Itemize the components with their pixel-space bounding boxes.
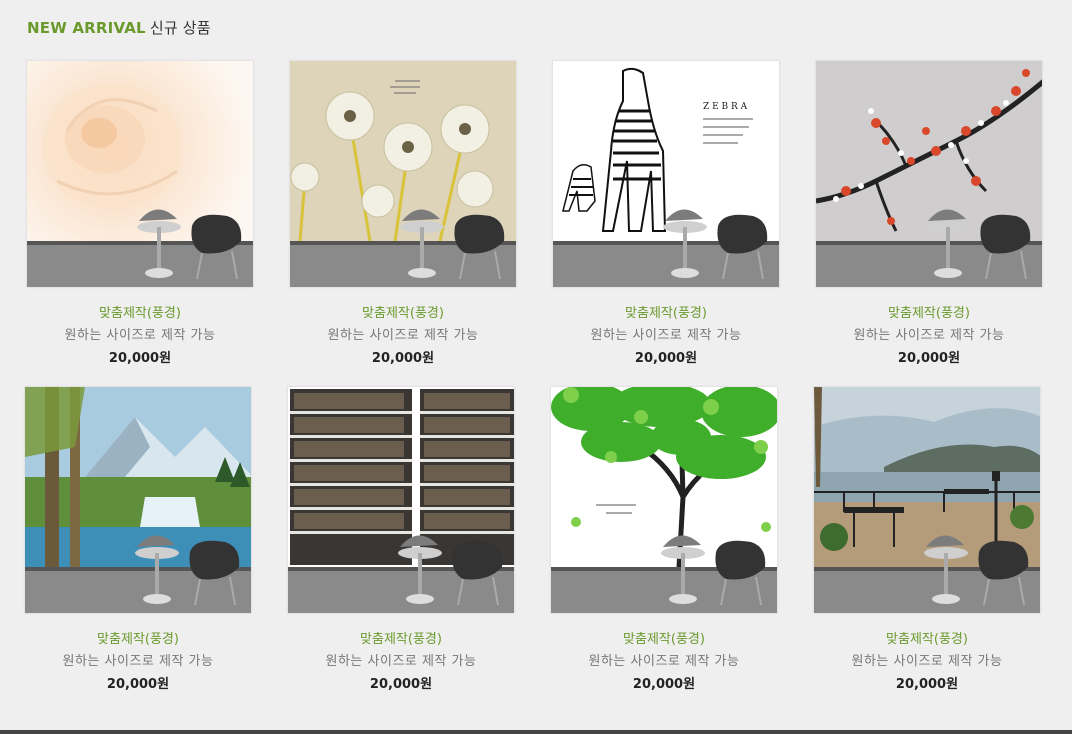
product-price: 20,000원	[371, 351, 435, 366]
product-price: 20,000원	[369, 677, 433, 692]
zebra-art-text: Z E B R A	[703, 102, 748, 112]
footer-divider	[0, 730, 1072, 734]
product-price: 20,000원	[632, 677, 696, 692]
product-name[interactable]: 맞춤제작(풍경)	[813, 628, 1041, 647]
section-title-ko: 신규 상품	[149, 19, 211, 37]
product-image-rose[interactable]	[26, 60, 254, 288]
section-title: NEW ARRIVAL 신규 상품	[27, 17, 211, 38]
product-description: 원하는 사이즈로 제작 가능	[64, 328, 216, 343]
product-description: 원하는 사이즈로 제작 가능	[853, 328, 1005, 343]
product-description: 원하는 사이즈로 제작 가능	[62, 654, 214, 669]
product-name[interactable]: 맞춤제작(풍경)	[26, 302, 254, 321]
product-name[interactable]: 맞춤제작(풍경)	[552, 302, 780, 321]
product-description: 원하는 사이즈로 제작 가능	[590, 328, 742, 343]
product-image-green-tree[interactable]	[550, 386, 778, 614]
product-image-plum-blossom[interactable]	[815, 60, 1043, 288]
product-image-dandelion[interactable]	[289, 60, 517, 288]
product-image-lake-terrace[interactable]	[813, 386, 1041, 614]
product-description: 원하는 사이즈로 제작 가능	[327, 328, 479, 343]
product-image-bookshelf[interactable]	[287, 386, 515, 614]
product-name[interactable]: 맞춤제작(풍경)	[24, 628, 252, 647]
product-name[interactable]: 맞춤제작(풍경)	[289, 302, 517, 321]
product-price: 20,000원	[895, 677, 959, 692]
product-description: 원하는 사이즈로 제작 가능	[851, 654, 1003, 669]
section-title-en: NEW ARRIVAL	[27, 19, 146, 37]
product-description: 원하는 사이즈로 제작 가능	[588, 654, 740, 669]
product-image-zebra[interactable]: Z E B R A	[552, 60, 780, 288]
product-image-mountain-waterfall[interactable]	[24, 386, 252, 614]
product-name[interactable]: 맞춤제작(풍경)	[815, 302, 1043, 321]
product-name[interactable]: 맞춤제작(풍경)	[550, 628, 778, 647]
product-price: 20,000원	[897, 351, 961, 366]
product-price: 20,000원	[106, 677, 170, 692]
product-price: 20,000원	[108, 351, 172, 366]
product-price: 20,000원	[634, 351, 698, 366]
product-description: 원하는 사이즈로 제작 가능	[325, 654, 477, 669]
product-name[interactable]: 맞춤제작(풍경)	[287, 628, 515, 647]
